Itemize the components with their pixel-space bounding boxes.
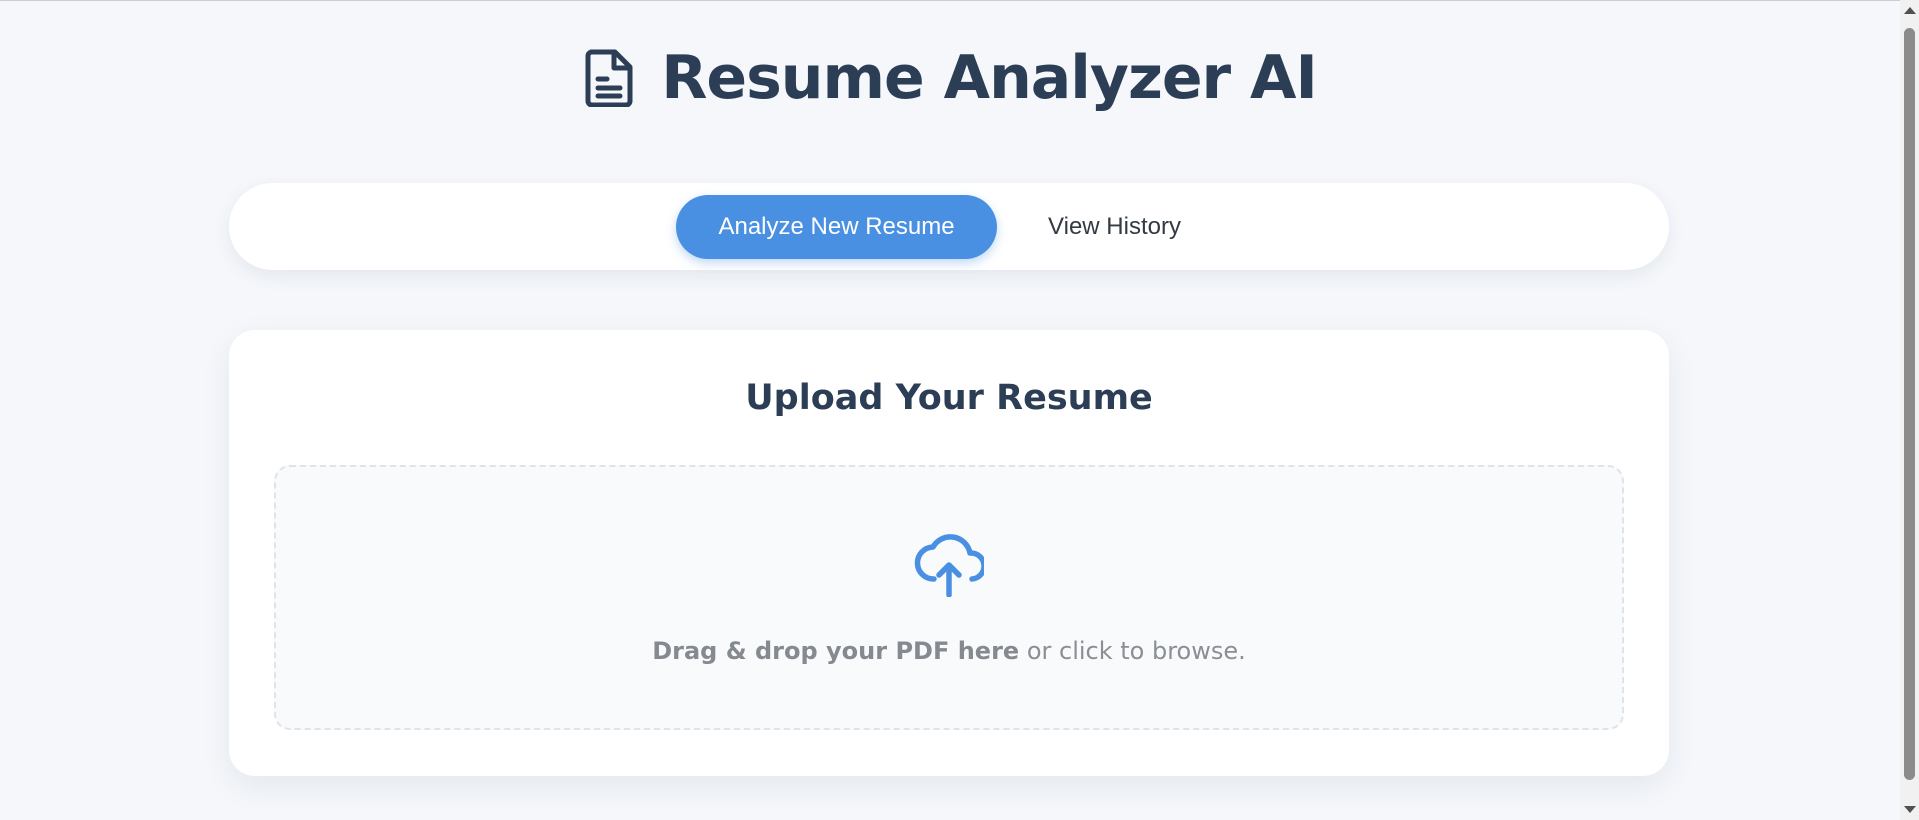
tab-view-history[interactable]: View History <box>1007 195 1222 259</box>
page-header: Resume Analyzer AI <box>0 38 1900 118</box>
scroll-up-button[interactable] <box>1900 2 1919 19</box>
upload-card-title: Upload Your Resume <box>745 378 1153 418</box>
scrollbar-thumb[interactable] <box>1904 28 1915 780</box>
tab-bar: Analyze New Resume View History <box>229 183 1669 270</box>
arrow-down-icon <box>1903 806 1916 813</box>
cloud-upload-icon <box>914 533 987 598</box>
scroll-down-button[interactable] <box>1900 801 1919 818</box>
dropzone-rest-text: or click to browse. <box>1019 637 1246 665</box>
dropzone-instructions: Drag & drop your PDF here or click to br… <box>276 637 1622 665</box>
dropzone-bold-text: Drag & drop your PDF here <box>652 637 1020 665</box>
vertical-scrollbar[interactable] <box>1900 0 1919 820</box>
file-dropzone[interactable]: Drag & drop your PDF here or click to br… <box>274 465 1624 730</box>
upload-card: Upload Your Resume Drag & drop your PDF … <box>229 330 1669 776</box>
tab-analyze-new-resume[interactable]: Analyze New Resume <box>676 194 998 259</box>
arrow-up-icon <box>1903 7 1916 14</box>
page-title: Resume Analyzer AI <box>661 43 1318 113</box>
app-container: Resume Analyzer AI Analyze New Resume Vi… <box>0 0 1900 820</box>
file-text-icon <box>583 47 635 109</box>
